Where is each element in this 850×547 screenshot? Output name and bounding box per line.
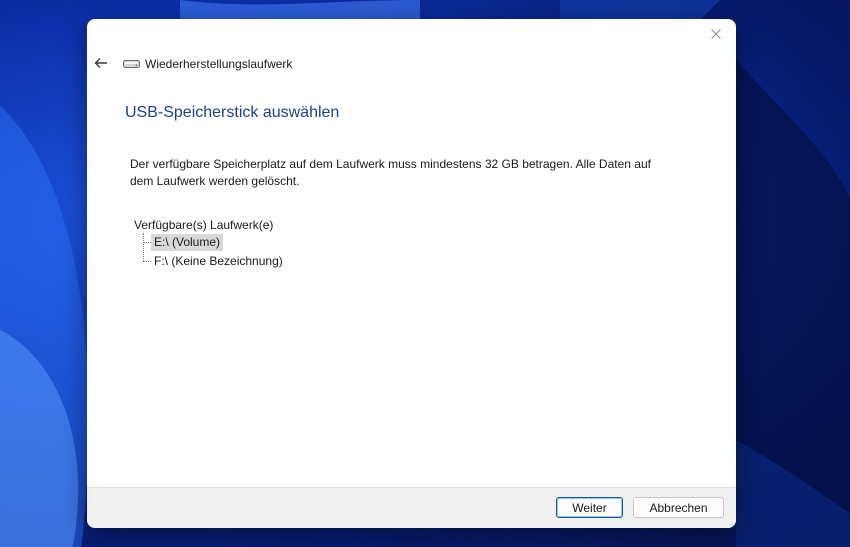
tree-connector: [143, 261, 151, 262]
drive-tree: E:\ (Volume) F:\ (Keine Bezeichnung): [140, 233, 360, 271]
close-button[interactable]: [702, 23, 730, 45]
dialog-footer: Weiter Abbrechen: [87, 487, 736, 528]
back-button[interactable]: [92, 55, 110, 71]
drive-item-f[interactable]: F:\ (Keine Bezeichnung): [151, 253, 286, 270]
tree-connector: [143, 242, 151, 243]
drives-label: Verfügbare(s) Laufwerk(e): [134, 218, 274, 232]
close-icon: [711, 29, 721, 39]
next-button[interactable]: Weiter: [556, 497, 623, 518]
recovery-drive-dialog: Wiederherstellungslaufwerk USB-Speichers…: [87, 19, 736, 528]
info-text: Der verfügbare Speicherplatz auf dem Lau…: [130, 157, 651, 188]
cancel-button[interactable]: Abbrechen: [633, 497, 724, 518]
window-title: Wiederherstellungslaufwerk: [145, 57, 293, 71]
back-arrow-icon: [94, 58, 107, 68]
page-heading: USB-Speicherstick auswählen: [125, 104, 340, 121]
tree-connector: [143, 233, 144, 261]
window-header: Wiederherstellungslaufwerk: [123, 56, 292, 72]
drive-icon: [123, 60, 140, 68]
drive-item-e[interactable]: E:\ (Volume): [151, 234, 224, 251]
